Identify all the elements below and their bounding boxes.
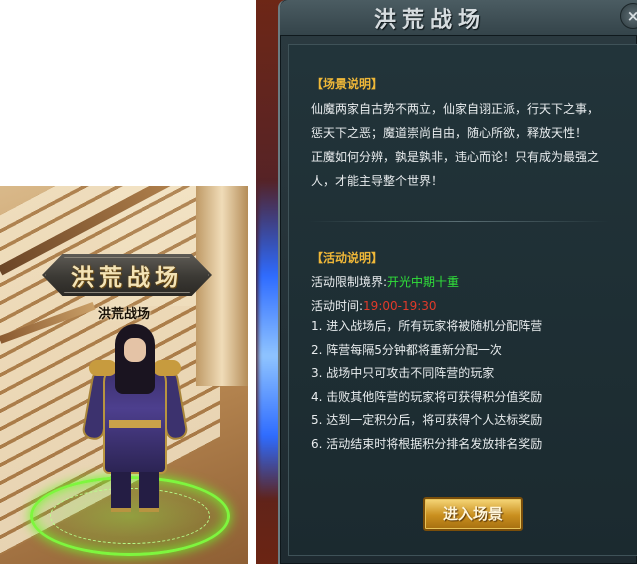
npc-shoulder-left [89, 360, 117, 376]
npc-belt [109, 420, 161, 428]
npc-title-banner-text: 洪荒战场 [71, 264, 183, 291]
realm-requirement: 活动限制境界:开光中期十重 [311, 273, 459, 290]
realm-value: 开光中期十重 [387, 275, 460, 289]
activity-time: 活动时间:19:00-19:30 [311, 297, 437, 314]
scene-description-line: 惩天下之恶；魔道崇尚自由，随心所欲，释放天性！ [311, 126, 588, 140]
list-item: 2. 阵营每隔5分钟都将重新分配一次 [311, 342, 502, 357]
time-label: 活动时间: [311, 299, 364, 313]
npc-shoulder-right [153, 360, 181, 376]
battlefield-dialog: 洪荒战场 × 【场景说明】 仙魔两家自古势不两立，仙家自诩正派，行天下之事， 惩… [278, 0, 637, 564]
npc-title-banner: 洪荒战场 [42, 254, 212, 296]
dialog-title: 洪荒战场 [373, 7, 486, 33]
close-icon: × [626, 7, 637, 25]
time-value: 19:00-19:30 [363, 299, 437, 313]
battlefield-scene: 洪荒战场 洪荒战场 [0, 186, 248, 564]
npc-name-label: 洪荒战场 [98, 307, 151, 322]
dialog-title-bar: 洪荒战场 × [280, 0, 637, 36]
scene-description-line: 正魔如何分辨，孰是孰非，违心而论！只有成为最强之 [311, 150, 600, 164]
list-item: 5. 达到一定积分后，将可获得个人达标奖励 [311, 413, 543, 428]
scene-description-line: 仙魔两家自古势不两立，仙家自诩正派，行天下之事， [311, 102, 600, 116]
activity-section-title: 【活动说明】 [311, 251, 384, 265]
npc-character[interactable] [81, 324, 189, 514]
realm-label: 活动限制境界: [311, 275, 388, 289]
npc-face [124, 338, 146, 362]
scene-description-line: 人，才能主导整个世界！ [311, 174, 444, 188]
npc-leg-right [139, 472, 159, 512]
activity-rules-list: 1. 进入战场后，所有玩家将被随机分配阵营 2. 阵营每隔5分钟都将重新分配一次… [311, 315, 542, 457]
list-item: 3. 战场中只可攻击不同阵营的玩家 [311, 366, 495, 381]
dialog-content: 【场景说明】 仙魔两家自古势不两立，仙家自诩正派，行天下之事， 惩天下之恶；魔道… [288, 44, 637, 556]
section-divider [309, 221, 609, 222]
close-button[interactable]: × [620, 3, 637, 29]
enter-scene-button[interactable]: 进入场景 [423, 497, 523, 531]
npc-leg-left [111, 472, 131, 512]
list-item: 6. 活动结束时将根据积分排名发放排名奖励 [311, 436, 543, 451]
list-item: 1. 进入战场后，所有玩家将被随机分配阵营 [311, 319, 543, 333]
list-item: 4. 击败其他阵营的玩家将可获得积分值奖励 [311, 389, 543, 404]
scene-description: 仙魔两家自古势不两立，仙家自诩正派，行天下之事， 惩天下之恶；魔道崇尚自由，随心… [311, 97, 599, 193]
game-screen: 洪荒战场 洪荒战场 洪荒战场 × 【场景说明】 仙魔两家自古势不两立，仙家自诩正… [0, 0, 637, 564]
scene-pillar [196, 186, 248, 386]
scene-section-title: 【场景说明】 [311, 77, 384, 91]
